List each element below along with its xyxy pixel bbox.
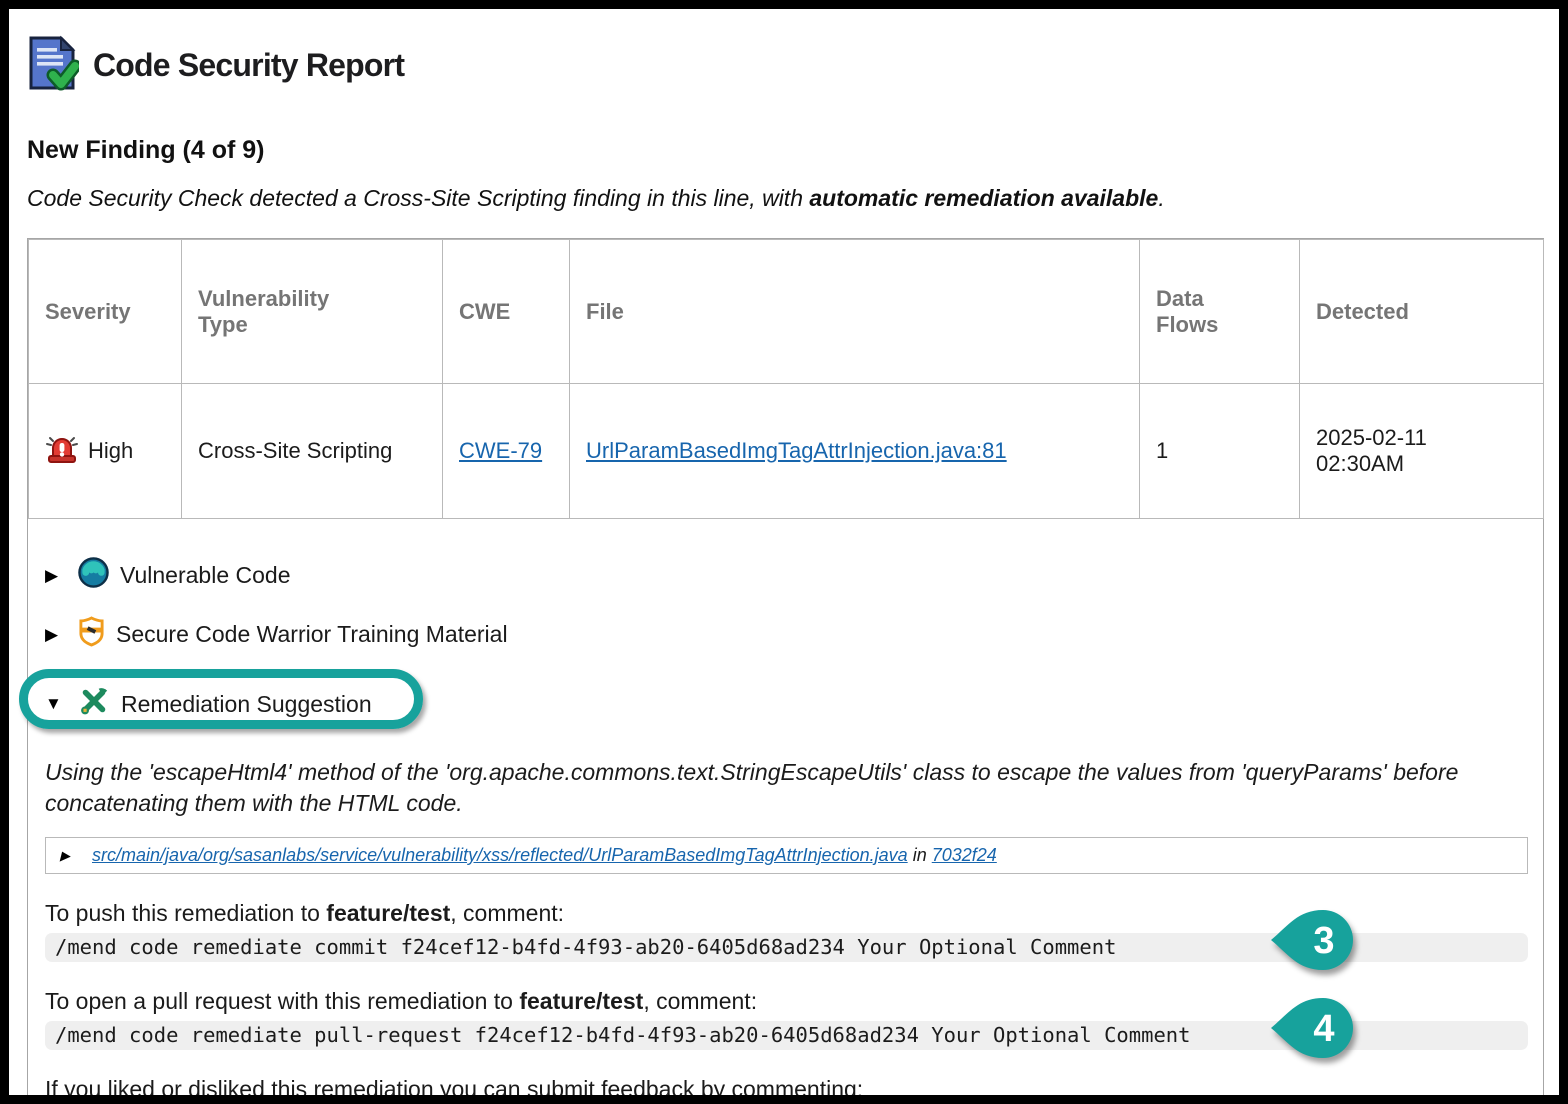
- code-security-report-page: Code Security Report New Finding (4 of 9…: [0, 0, 1568, 1104]
- section-label: Vulnerable Code: [120, 562, 291, 589]
- remediation-description: Using the 'escapeHtml4' method of the 'o…: [45, 757, 1465, 819]
- remediation-file-row[interactable]: ▶ src/main/java/org/sasanlabs/service/vu…: [45, 837, 1528, 874]
- file-infix: in: [913, 845, 927, 865]
- section-label: Remediation Suggestion: [121, 691, 372, 718]
- table-row: High Cross-Site Scripting CWE-79 UrlPara…: [29, 384, 1544, 519]
- col-header-data-flows: Data Flows: [1140, 240, 1300, 384]
- tools-icon: [78, 685, 110, 723]
- file-link[interactable]: UrlParamBasedImgTagAttrInjection.java:81: [586, 438, 1007, 463]
- section-remediation-suggestion[interactable]: ▼ Remediation Suggestion: [45, 673, 372, 735]
- finding-heading: New Finding (4 of 9): [27, 136, 1535, 165]
- col-header-vulnerability-type: Vulnerability Type: [182, 240, 443, 384]
- severity-value: High: [88, 438, 133, 464]
- file-cell: UrlParamBasedImgTagAttrInjection.java:81: [570, 384, 1140, 519]
- pr-command-wrap: /mend code remediate pull-request f24cef…: [45, 1021, 1528, 1050]
- finding-table: Severity Vulnerability Type CWE File Dat…: [28, 239, 1544, 519]
- commit-link[interactable]: 7032f24: [932, 845, 997, 865]
- collapsed-triangle-icon: ▶: [60, 848, 78, 864]
- detected-cell: 2025-02-11 02:30AM: [1300, 384, 1544, 519]
- collapsed-triangle-icon: ▶: [45, 625, 67, 645]
- col-header-cwe: CWE: [443, 240, 570, 384]
- col-header-detected: Detected: [1300, 240, 1544, 384]
- finding-intro: Code Security Check detected a Cross-Sit…: [27, 185, 1535, 212]
- svg-text:4: 4: [1313, 1008, 1334, 1050]
- shield-icon: [78, 616, 105, 653]
- push-command-wrap: /mend code remediate commit f24cef12-b4f…: [45, 933, 1528, 962]
- col-header-severity: Severity: [29, 240, 182, 384]
- cwe-cell: CWE-79: [443, 384, 570, 519]
- expanded-triangle-icon: ▼: [45, 694, 67, 714]
- remediation-file-link[interactable]: src/main/java/org/sasanlabs/service/vuln…: [92, 845, 908, 865]
- vulnerable-code-wave-icon: [78, 557, 109, 594]
- section-secure-code-warrior[interactable]: ▶ Secure Code Warrior Training Material: [45, 616, 508, 653]
- cwe-link[interactable]: CWE-79: [459, 438, 542, 463]
- report-header: Code Security Report: [27, 35, 1535, 96]
- section-vulnerable-code[interactable]: ▶ Vulnerable Code: [45, 557, 291, 594]
- callout-3-marker: 3: [1268, 907, 1360, 973]
- branch-name: feature/test: [326, 900, 450, 926]
- collapsed-triangle-icon: ▶: [45, 566, 67, 586]
- vulnerability-type-cell: Cross-Site Scripting: [182, 384, 443, 519]
- branch-name: feature/test: [519, 988, 643, 1014]
- siren-icon: [45, 431, 79, 471]
- intro-bold: automatic remediation available: [809, 185, 1158, 211]
- finding-content-box: Severity Vulnerability Type CWE File Dat…: [27, 238, 1544, 1104]
- section-label: Secure Code Warrior Training Material: [116, 621, 508, 648]
- col-header-file: File: [570, 240, 1140, 384]
- table-header-row: Severity Vulnerability Type CWE File Dat…: [29, 240, 1544, 384]
- feedback-instruction: If you liked or disliked this remediatio…: [45, 1076, 1526, 1103]
- svg-text:3: 3: [1313, 920, 1334, 962]
- severity-cell: High: [29, 384, 182, 519]
- page-title: Code Security Report: [93, 47, 404, 84]
- remediation-suggestion-annotated: ▼ Remediation Suggestion: [45, 673, 372, 735]
- callout-4-marker: 4: [1268, 995, 1360, 1061]
- report-document-check-icon: [27, 35, 79, 96]
- data-flows-cell: 1: [1140, 384, 1300, 519]
